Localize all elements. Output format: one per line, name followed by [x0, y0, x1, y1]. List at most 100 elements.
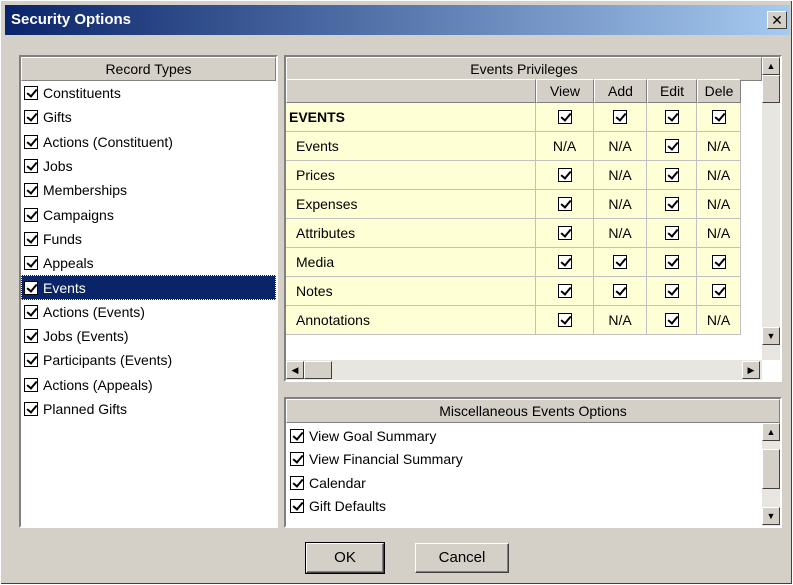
record-type-item[interactable]: Constituents [21, 81, 276, 105]
privilege-cell-na: N/A [697, 132, 741, 161]
checkbox-checked-icon[interactable] [664, 197, 679, 211]
privilege-cell[interactable] [647, 219, 697, 248]
record-type-item[interactable]: Events [21, 275, 276, 300]
checkbox-checked-icon[interactable] [557, 110, 572, 124]
record-type-item[interactable]: Actions (Appeals) [21, 373, 276, 397]
scroll-left-icon[interactable]: ◀ [286, 361, 304, 379]
grid-column-header[interactable]: Add [594, 79, 647, 103]
checkbox-checked-icon[interactable] [711, 255, 726, 269]
privilege-cell[interactable] [536, 306, 594, 335]
privilege-cell[interactable] [647, 277, 697, 306]
privilege-cell[interactable] [697, 248, 741, 277]
cancel-button[interactable]: Cancel [415, 543, 509, 573]
checkbox-checked-icon[interactable] [290, 499, 304, 514]
privilege-cell[interactable] [594, 248, 647, 277]
checkbox-checked-icon[interactable] [613, 110, 627, 124]
privilege-cell[interactable] [697, 277, 741, 306]
record-type-item[interactable]: Participants (Events) [21, 348, 276, 372]
record-type-item[interactable]: Planned Gifts [21, 397, 276, 421]
checkbox-checked-icon[interactable] [24, 256, 38, 271]
privilege-cell[interactable] [536, 248, 594, 277]
privilege-cell[interactable] [536, 277, 594, 306]
checkbox-checked-icon[interactable] [24, 353, 38, 368]
privileges-vscrollbar[interactable]: ▲ ▼ [762, 57, 780, 360]
scroll-up-icon[interactable]: ▲ [762, 423, 780, 441]
privilege-cell[interactable] [594, 277, 647, 306]
checkbox-checked-icon[interactable] [24, 159, 38, 174]
checkbox-checked-icon[interactable] [24, 110, 38, 125]
grid-column-header[interactable]: Dele [697, 79, 741, 103]
record-type-item[interactable]: Appeals [21, 251, 276, 275]
checkbox-checked-icon[interactable] [557, 197, 572, 211]
privilege-cell[interactable] [647, 248, 697, 277]
checkbox-checked-icon[interactable] [24, 280, 38, 295]
checkbox-checked-icon[interactable] [24, 304, 38, 319]
record-type-item[interactable]: Memberships [21, 178, 276, 202]
checkbox-checked-icon[interactable] [613, 284, 627, 298]
vscroll-thumb[interactable] [762, 75, 780, 103]
checkbox-checked-icon[interactable] [711, 284, 726, 298]
checkbox-checked-icon[interactable] [290, 475, 304, 490]
checkbox-checked-icon[interactable] [557, 168, 572, 182]
checkbox-checked-icon[interactable] [664, 226, 679, 240]
checkbox-checked-icon[interactable] [664, 168, 679, 182]
checkbox-checked-icon[interactable] [664, 110, 679, 124]
misc-option-item[interactable]: View Financial Summary [286, 448, 762, 472]
privilege-cell[interactable] [647, 161, 697, 190]
checkbox-checked-icon[interactable] [24, 134, 38, 149]
checkbox-checked-icon[interactable] [664, 284, 679, 298]
checkbox-checked-icon[interactable] [24, 402, 38, 416]
checkbox-checked-icon[interactable] [24, 207, 38, 222]
misc-option-item[interactable]: Gift Defaults [286, 495, 762, 519]
record-type-item[interactable]: Funds [21, 227, 276, 251]
record-type-item[interactable]: Jobs [21, 154, 276, 178]
record-type-item[interactable]: Jobs (Events) [21, 324, 276, 348]
misc-option-item[interactable]: View Goal Summary [286, 424, 762, 448]
checkbox-checked-icon[interactable] [664, 255, 679, 269]
checkbox-checked-icon[interactable] [557, 255, 572, 269]
misc-vscroll-thumb[interactable] [762, 449, 780, 489]
record-type-item[interactable]: Actions (Events) [21, 300, 276, 324]
scroll-up-icon[interactable]: ▲ [762, 57, 780, 75]
privilege-row-name: Attributes [286, 219, 536, 248]
privilege-cell[interactable] [536, 190, 594, 219]
checkbox-checked-icon[interactable] [557, 226, 572, 240]
privilege-cell[interactable] [536, 161, 594, 190]
checkbox-checked-icon[interactable] [711, 110, 726, 124]
privilege-cell[interactable] [647, 306, 697, 335]
grid-column-header[interactable]: View [536, 79, 594, 103]
record-type-item[interactable]: Actions (Constituent) [21, 130, 276, 154]
privilege-cell[interactable] [536, 103, 594, 132]
record-type-item[interactable]: Campaigns [21, 202, 276, 226]
checkbox-checked-icon[interactable] [24, 329, 38, 344]
scroll-right-icon[interactable]: ▶ [742, 361, 760, 379]
privilege-cell[interactable] [647, 103, 697, 132]
checkbox-checked-icon[interactable] [24, 231, 38, 246]
checkbox-checked-icon[interactable] [24, 183, 38, 198]
misc-option-item[interactable]: Calendar [286, 471, 762, 495]
privilege-cell[interactable] [647, 132, 697, 161]
checkbox-checked-icon[interactable] [24, 86, 38, 101]
checkbox-checked-icon[interactable] [664, 313, 679, 327]
privileges-hscrollbar[interactable]: ◀ ▶ [286, 360, 762, 380]
privilege-cell[interactable] [594, 103, 647, 132]
scroll-down-icon[interactable]: ▼ [762, 327, 780, 345]
checkbox-checked-icon[interactable] [290, 428, 304, 443]
ok-button[interactable]: OK [305, 542, 385, 574]
grid-column-header[interactable]: Edit [647, 79, 697, 103]
scroll-down-icon[interactable]: ▼ [762, 507, 780, 525]
record-type-item[interactable]: Gifts [21, 105, 276, 129]
checkbox-checked-icon[interactable] [557, 313, 572, 327]
checkbox-checked-icon[interactable] [664, 139, 679, 153]
privilege-cell[interactable] [536, 219, 594, 248]
privilege-row-name: EVENTS [286, 103, 536, 132]
close-button[interactable]: ✕ [767, 11, 787, 29]
privilege-cell[interactable] [647, 190, 697, 219]
checkbox-checked-icon[interactable] [24, 377, 38, 392]
hscroll-thumb[interactable] [304, 361, 332, 379]
checkbox-checked-icon[interactable] [290, 452, 304, 467]
checkbox-checked-icon[interactable] [613, 255, 627, 269]
privilege-cell[interactable] [697, 103, 741, 132]
checkbox-checked-icon[interactable] [557, 284, 572, 298]
misc-vscrollbar[interactable]: ▲ ▼ [762, 423, 780, 526]
